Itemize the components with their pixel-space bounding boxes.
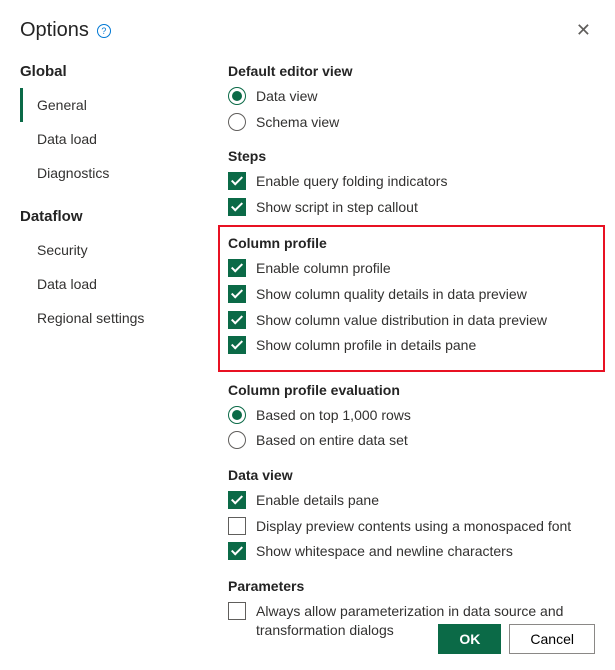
- label-entire-dataset: Based on entire data set: [256, 431, 408, 451]
- sidebar-item-regional-settings[interactable]: Regional settings: [20, 301, 200, 335]
- checkbox-column-details-pane[interactable]: [228, 336, 246, 354]
- sidebar-item-data-load-2[interactable]: Data load: [20, 267, 200, 301]
- label-enable-details-pane: Enable details pane: [256, 491, 379, 511]
- sidebar-item-data-load[interactable]: Data load: [20, 122, 200, 156]
- checkbox-column-quality[interactable]: [228, 285, 246, 303]
- sidebar-group-dataflow: Dataflow: [20, 208, 200, 225]
- section-default-editor-view: Default editor view: [228, 63, 595, 79]
- radio-top-1000[interactable]: [228, 406, 246, 424]
- label-schema-view: Schema view: [256, 113, 339, 133]
- label-column-details-pane: Show column profile in details pane: [256, 336, 476, 356]
- label-enable-column-profile: Enable column profile: [256, 259, 391, 279]
- cancel-button[interactable]: Cancel: [509, 624, 595, 654]
- checkbox-whitespace[interactable]: [228, 542, 246, 560]
- ok-button[interactable]: OK: [438, 624, 501, 654]
- close-icon[interactable]: ✕: [572, 16, 595, 45]
- radio-entire-dataset[interactable]: [228, 431, 246, 449]
- label-column-quality: Show column quality details in data prev…: [256, 285, 527, 305]
- section-parameters: Parameters: [228, 578, 595, 594]
- sidebar: Global General Data load Diagnostics Dat…: [20, 63, 200, 657]
- label-query-folding: Enable query folding indicators: [256, 172, 447, 192]
- radio-schema-view[interactable]: [228, 113, 246, 131]
- checkbox-show-script[interactable]: [228, 198, 246, 216]
- label-whitespace: Show whitespace and newline characters: [256, 542, 513, 562]
- checkbox-monospaced[interactable]: [228, 517, 246, 535]
- label-column-distribution: Show column value distribution in data p…: [256, 311, 547, 331]
- sidebar-item-general[interactable]: General: [20, 88, 200, 122]
- checkbox-query-folding[interactable]: [228, 172, 246, 190]
- section-data-view: Data view: [228, 467, 595, 483]
- checkbox-enable-column-profile[interactable]: [228, 259, 246, 277]
- checkbox-column-distribution[interactable]: [228, 311, 246, 329]
- label-data-view: Data view: [256, 87, 317, 107]
- checkbox-enable-details-pane[interactable]: [228, 491, 246, 509]
- radio-data-view[interactable]: [228, 87, 246, 105]
- sidebar-group-global: Global: [20, 63, 200, 80]
- section-steps: Steps: [228, 148, 595, 164]
- dialog-title: Options: [20, 19, 89, 42]
- sidebar-item-security[interactable]: Security: [20, 233, 200, 267]
- section-column-profile-eval: Column profile evaluation: [228, 382, 595, 398]
- label-monospaced: Display preview contents using a monospa…: [256, 517, 571, 537]
- help-icon[interactable]: ?: [97, 24, 111, 38]
- highlighted-section: Column profile Enable column profile Sho…: [218, 225, 605, 371]
- checkbox-parameterization[interactable]: [228, 602, 246, 620]
- label-top-1000: Based on top 1,000 rows: [256, 406, 411, 426]
- sidebar-item-diagnostics[interactable]: Diagnostics: [20, 156, 200, 190]
- label-show-script: Show script in step callout: [256, 198, 418, 218]
- section-column-profile: Column profile: [228, 235, 595, 251]
- content-pane: Default editor view Data view Schema vie…: [200, 63, 595, 657]
